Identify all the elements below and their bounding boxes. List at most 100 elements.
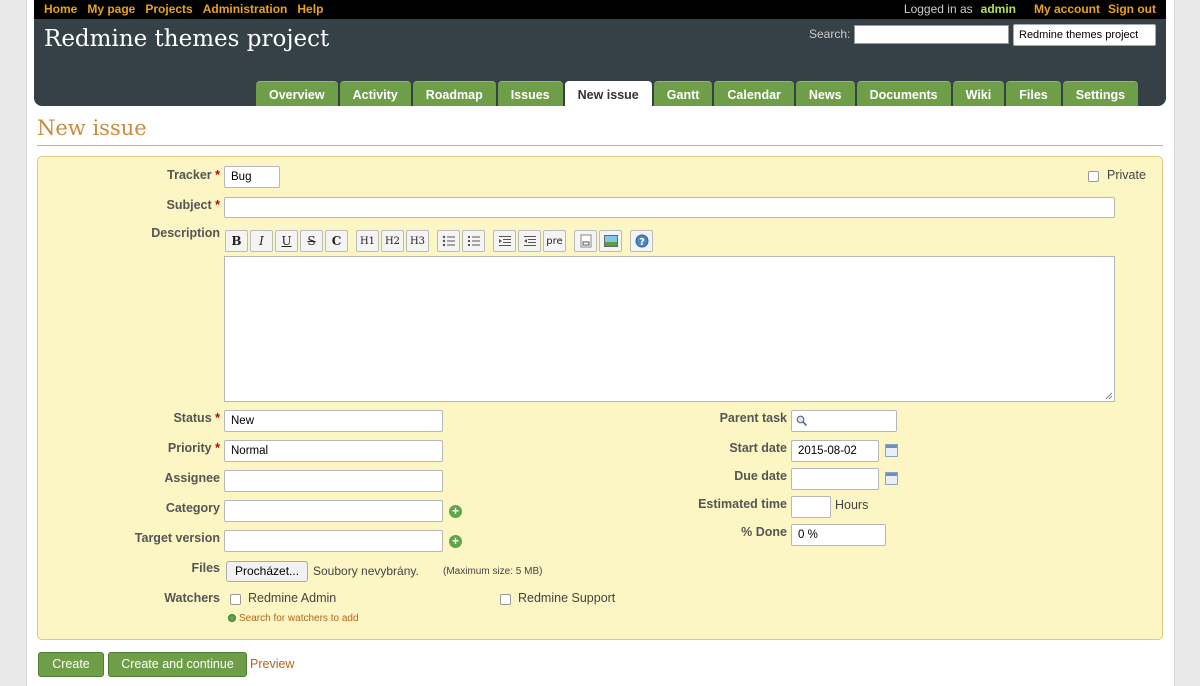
- top-menu-home[interactable]: Home: [44, 2, 77, 16]
- tab-gantt[interactable]: Gantt: [653, 81, 713, 106]
- project-jump-select[interactable]: Redmine themes project: [1013, 24, 1156, 46]
- watcher-support-checkbox[interactable]: [500, 594, 511, 605]
- tab-activity[interactable]: Activity: [339, 81, 411, 106]
- wiki-toolbar: B I U S C H1 H2 H3 pre ?: [225, 230, 655, 252]
- tab-issues[interactable]: Issues: [497, 81, 563, 106]
- start-date-input[interactable]: 2015-08-02: [791, 440, 879, 462]
- heading-2-button[interactable]: H2: [381, 230, 404, 252]
- unordered-list-button[interactable]: [437, 230, 460, 252]
- page-title: New issue: [37, 116, 147, 140]
- start-date-label: Start date: [729, 441, 787, 455]
- tab-roadmap[interactable]: Roadmap: [412, 81, 496, 106]
- logged-in-user[interactable]: admin: [981, 2, 1016, 16]
- start-date-calendar-icon[interactable]: [885, 444, 898, 457]
- tab-overview[interactable]: Overview: [256, 81, 338, 106]
- code-button[interactable]: C: [325, 230, 348, 252]
- watchers-label: Watchers: [164, 591, 220, 605]
- my-account-link[interactable]: My account: [1034, 2, 1100, 16]
- required-mark: *: [215, 198, 220, 212]
- tab-new-issue[interactable]: New issue: [564, 81, 652, 106]
- done-ratio-label: % Done: [741, 525, 787, 539]
- tab-documents[interactable]: Documents: [856, 81, 951, 106]
- tab-news[interactable]: News: [795, 81, 855, 106]
- indent-right-icon: [498, 236, 511, 246]
- private-checkbox[interactable]: [1088, 171, 1099, 182]
- status-select[interactable]: New: [224, 410, 443, 432]
- due-date-label: Due date: [734, 469, 787, 483]
- target-version-select[interactable]: [224, 530, 443, 552]
- underline-button[interactable]: U: [275, 230, 298, 252]
- indent-left-button[interactable]: [518, 230, 541, 252]
- top-menu-help[interactable]: Help: [297, 2, 323, 16]
- tab-calendar[interactable]: Calendar: [714, 81, 794, 106]
- tracker-select[interactable]: Bug: [224, 166, 280, 188]
- tracker-label: Tracker *: [78, 168, 220, 182]
- strikethrough-button[interactable]: S: [300, 230, 323, 252]
- search-input[interactable]: [854, 25, 1009, 44]
- description-textarea[interactable]: [224, 256, 1115, 402]
- done-ratio-select[interactable]: 0 %: [791, 524, 886, 546]
- estimated-time-input[interactable]: [791, 496, 831, 518]
- indent-left-icon: [523, 236, 536, 246]
- subject-label-text: Subject: [166, 198, 212, 212]
- files-label: Files: [191, 561, 221, 575]
- priority-label: Priority *: [78, 441, 220, 455]
- tab-wiki[interactable]: Wiki: [952, 81, 1005, 106]
- tab-settings[interactable]: Settings: [1062, 81, 1139, 106]
- description-label: Description: [151, 226, 220, 240]
- status-label: Status *: [78, 411, 220, 425]
- max-size-text: (Maximum size: 5 MB): [443, 566, 543, 577]
- issue-form: Tracker * Bug Private Subject * Descript…: [37, 156, 1163, 640]
- wiki-link-icon: [580, 234, 591, 248]
- category-select[interactable]: [224, 500, 443, 522]
- create-and-continue-button[interactable]: Create and continue: [108, 652, 247, 677]
- preview-link[interactable]: Preview: [250, 657, 294, 671]
- top-menu-my-page[interactable]: My page: [87, 2, 135, 16]
- search-watchers-text: Search for watchers to add: [239, 613, 359, 624]
- top-menu: Home My page Projects Administration Hel…: [34, 0, 1166, 19]
- help-button[interactable]: ?: [630, 230, 653, 252]
- image-button[interactable]: [599, 230, 622, 252]
- wiki-link-button[interactable]: [574, 230, 597, 252]
- create-button[interactable]: Create: [38, 652, 104, 677]
- private-label: Private: [1107, 168, 1146, 182]
- parent-task-label: Parent task: [719, 411, 787, 425]
- main-menu-tabs: Overview Activity Roadmap Issues New iss…: [256, 81, 1139, 106]
- priority-select[interactable]: Normal: [224, 440, 443, 462]
- bold-button[interactable]: B: [225, 230, 248, 252]
- resize-handle-icon[interactable]: [1105, 392, 1113, 400]
- no-files-text: Soubory nevybrány.: [313, 564, 419, 578]
- due-date-input[interactable]: [791, 468, 879, 490]
- search-label: Search:: [809, 27, 851, 41]
- logged-in-as-label: Logged in as: [903, 2, 973, 16]
- parent-task-input[interactable]: [791, 410, 897, 432]
- ordered-list-button[interactable]: [462, 230, 485, 252]
- italic-button[interactable]: I: [250, 230, 273, 252]
- heading-1-button[interactable]: H1: [356, 230, 379, 252]
- due-date-calendar-icon[interactable]: [885, 472, 898, 485]
- watcher-admin-checkbox[interactable]: [230, 594, 241, 605]
- help-icon: ?: [635, 234, 648, 248]
- indent-right-button[interactable]: [493, 230, 516, 252]
- subject-input[interactable]: [224, 197, 1115, 218]
- add-version-icon[interactable]: +: [449, 535, 462, 548]
- sign-out-link[interactable]: Sign out: [1108, 2, 1156, 16]
- category-label: Category: [165, 501, 220, 515]
- heading-3-button[interactable]: H3: [406, 230, 429, 252]
- preformatted-button[interactable]: pre: [543, 230, 566, 252]
- add-watcher-icon: [228, 614, 236, 623]
- top-menu-administration[interactable]: Administration: [203, 2, 288, 16]
- priority-label-text: Priority: [167, 441, 212, 455]
- search-icon: [796, 415, 807, 426]
- image-icon: [603, 235, 618, 247]
- assignee-select[interactable]: [224, 470, 443, 492]
- top-menu-projects[interactable]: Projects: [145, 2, 192, 16]
- add-category-icon[interactable]: +: [449, 505, 462, 518]
- ordered-list-icon: [467, 236, 480, 246]
- required-mark: *: [215, 168, 220, 182]
- tab-files[interactable]: Files: [1006, 81, 1061, 106]
- required-mark: *: [215, 411, 220, 425]
- search-watchers-link[interactable]: Search for watchers to add: [228, 613, 359, 624]
- assignee-label: Assignee: [164, 471, 220, 485]
- browse-files-button[interactable]: Procházet...: [226, 561, 309, 582]
